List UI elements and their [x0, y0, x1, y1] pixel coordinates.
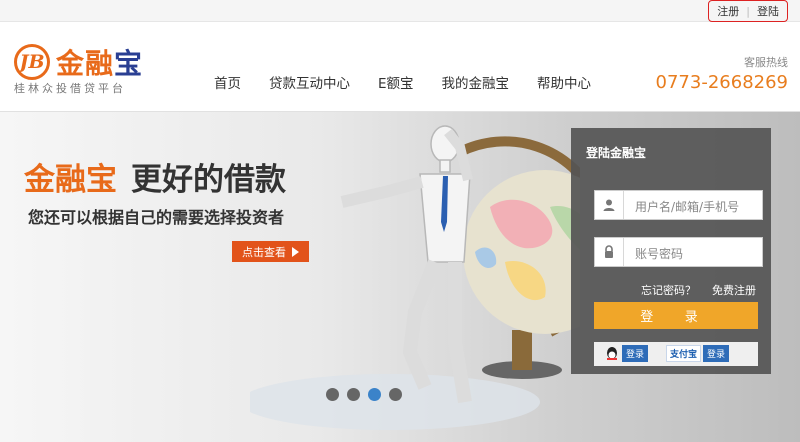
- login-title: 登陆金融宝: [586, 146, 647, 160]
- login-link[interactable]: 登陆: [757, 3, 779, 19]
- map-shadow: [250, 374, 540, 430]
- qq-icon: [607, 346, 617, 360]
- nav-item-help[interactable]: 帮助中心: [537, 72, 591, 92]
- hero-banner: 金融宝 更好的借款 您还可以根据自己的需要选择投资者 点击查看 登陆金融宝 用户…: [0, 112, 800, 442]
- headline-brand: 金融宝: [24, 162, 117, 198]
- top-links: 注册 | 登陆: [708, 0, 788, 22]
- hotline-number: 0773-2668269: [655, 72, 788, 93]
- logo-subtitle: 桂林众投借贷平台: [14, 82, 126, 95]
- main-nav: 首页 贷款互动中心 E额宝 我的金融宝 帮助中心: [200, 72, 605, 92]
- register-link[interactable]: 注册: [717, 3, 739, 19]
- carousel-dot[interactable]: [347, 388, 360, 401]
- nav-item-home[interactable]: 首页: [214, 72, 241, 92]
- banner-illustration: [250, 125, 580, 430]
- free-register-link[interactable]: 免费注册: [712, 284, 756, 297]
- logo-name-blue: 宝: [114, 47, 144, 80]
- carousel-dot[interactable]: [389, 388, 402, 401]
- password-placeholder: 账号密码: [635, 247, 684, 261]
- mannequin-illustration: [340, 125, 473, 404]
- banner-headline: 金融宝 更好的借款: [24, 154, 286, 199]
- qq-login-button[interactable]: 登录: [604, 345, 649, 362]
- login-button[interactable]: 登 录: [594, 302, 758, 329]
- globe-illustration: [457, 136, 580, 379]
- top-bar: 注册 | 登陆: [0, 0, 800, 22]
- hotline-label: 客服热线: [744, 56, 788, 69]
- carousel-dot-active[interactable]: [368, 388, 381, 401]
- logo-mark: JB: [14, 44, 50, 80]
- qq-login-label: 登录: [622, 345, 649, 362]
- nav-item-e-bao[interactable]: E额宝: [378, 72, 414, 92]
- nav-item-my-account[interactable]: 我的金融宝: [442, 72, 510, 92]
- alipay-logo: 支付宝: [666, 345, 702, 362]
- carousel-dot[interactable]: [326, 388, 339, 401]
- password-field[interactable]: 账号密码: [594, 237, 763, 267]
- login-links: 忘记密码？ 免费注册: [641, 282, 772, 298]
- login-panel: 登陆金融宝 用户名/邮箱/手机号 账号密码 忘记密码？ 免费注册 登 录 登录 支…: [571, 128, 771, 374]
- alipay-login-button[interactable]: 支付宝 登录: [666, 345, 730, 362]
- user-icon: [595, 191, 624, 219]
- username-field[interactable]: 用户名/邮箱/手机号: [594, 190, 763, 220]
- forgot-password-link[interactable]: 忘记密码？: [641, 284, 696, 297]
- alipay-login-label: 登录: [703, 345, 730, 362]
- logo-name: 金融宝: [56, 42, 143, 82]
- nav-item-loan-center[interactable]: 贷款互动中心: [269, 72, 350, 92]
- banner-subline: 您还可以根据自己的需要选择投资者: [28, 208, 285, 227]
- social-login: 登录 支付宝 登录: [594, 342, 758, 366]
- lock-icon: [595, 238, 624, 266]
- logo-name-orange: 金融: [56, 47, 115, 80]
- carousel-dots: [326, 388, 410, 401]
- logo[interactable]: JB 金融宝 桂林众投借贷平台: [14, 42, 174, 95]
- divider: |: [746, 4, 750, 18]
- username-placeholder: 用户名/邮箱/手机号: [635, 200, 740, 214]
- header: JB 金融宝 桂林众投借贷平台 首页 贷款互动中心 E额宝 我的金融宝 帮助中心…: [0, 22, 800, 112]
